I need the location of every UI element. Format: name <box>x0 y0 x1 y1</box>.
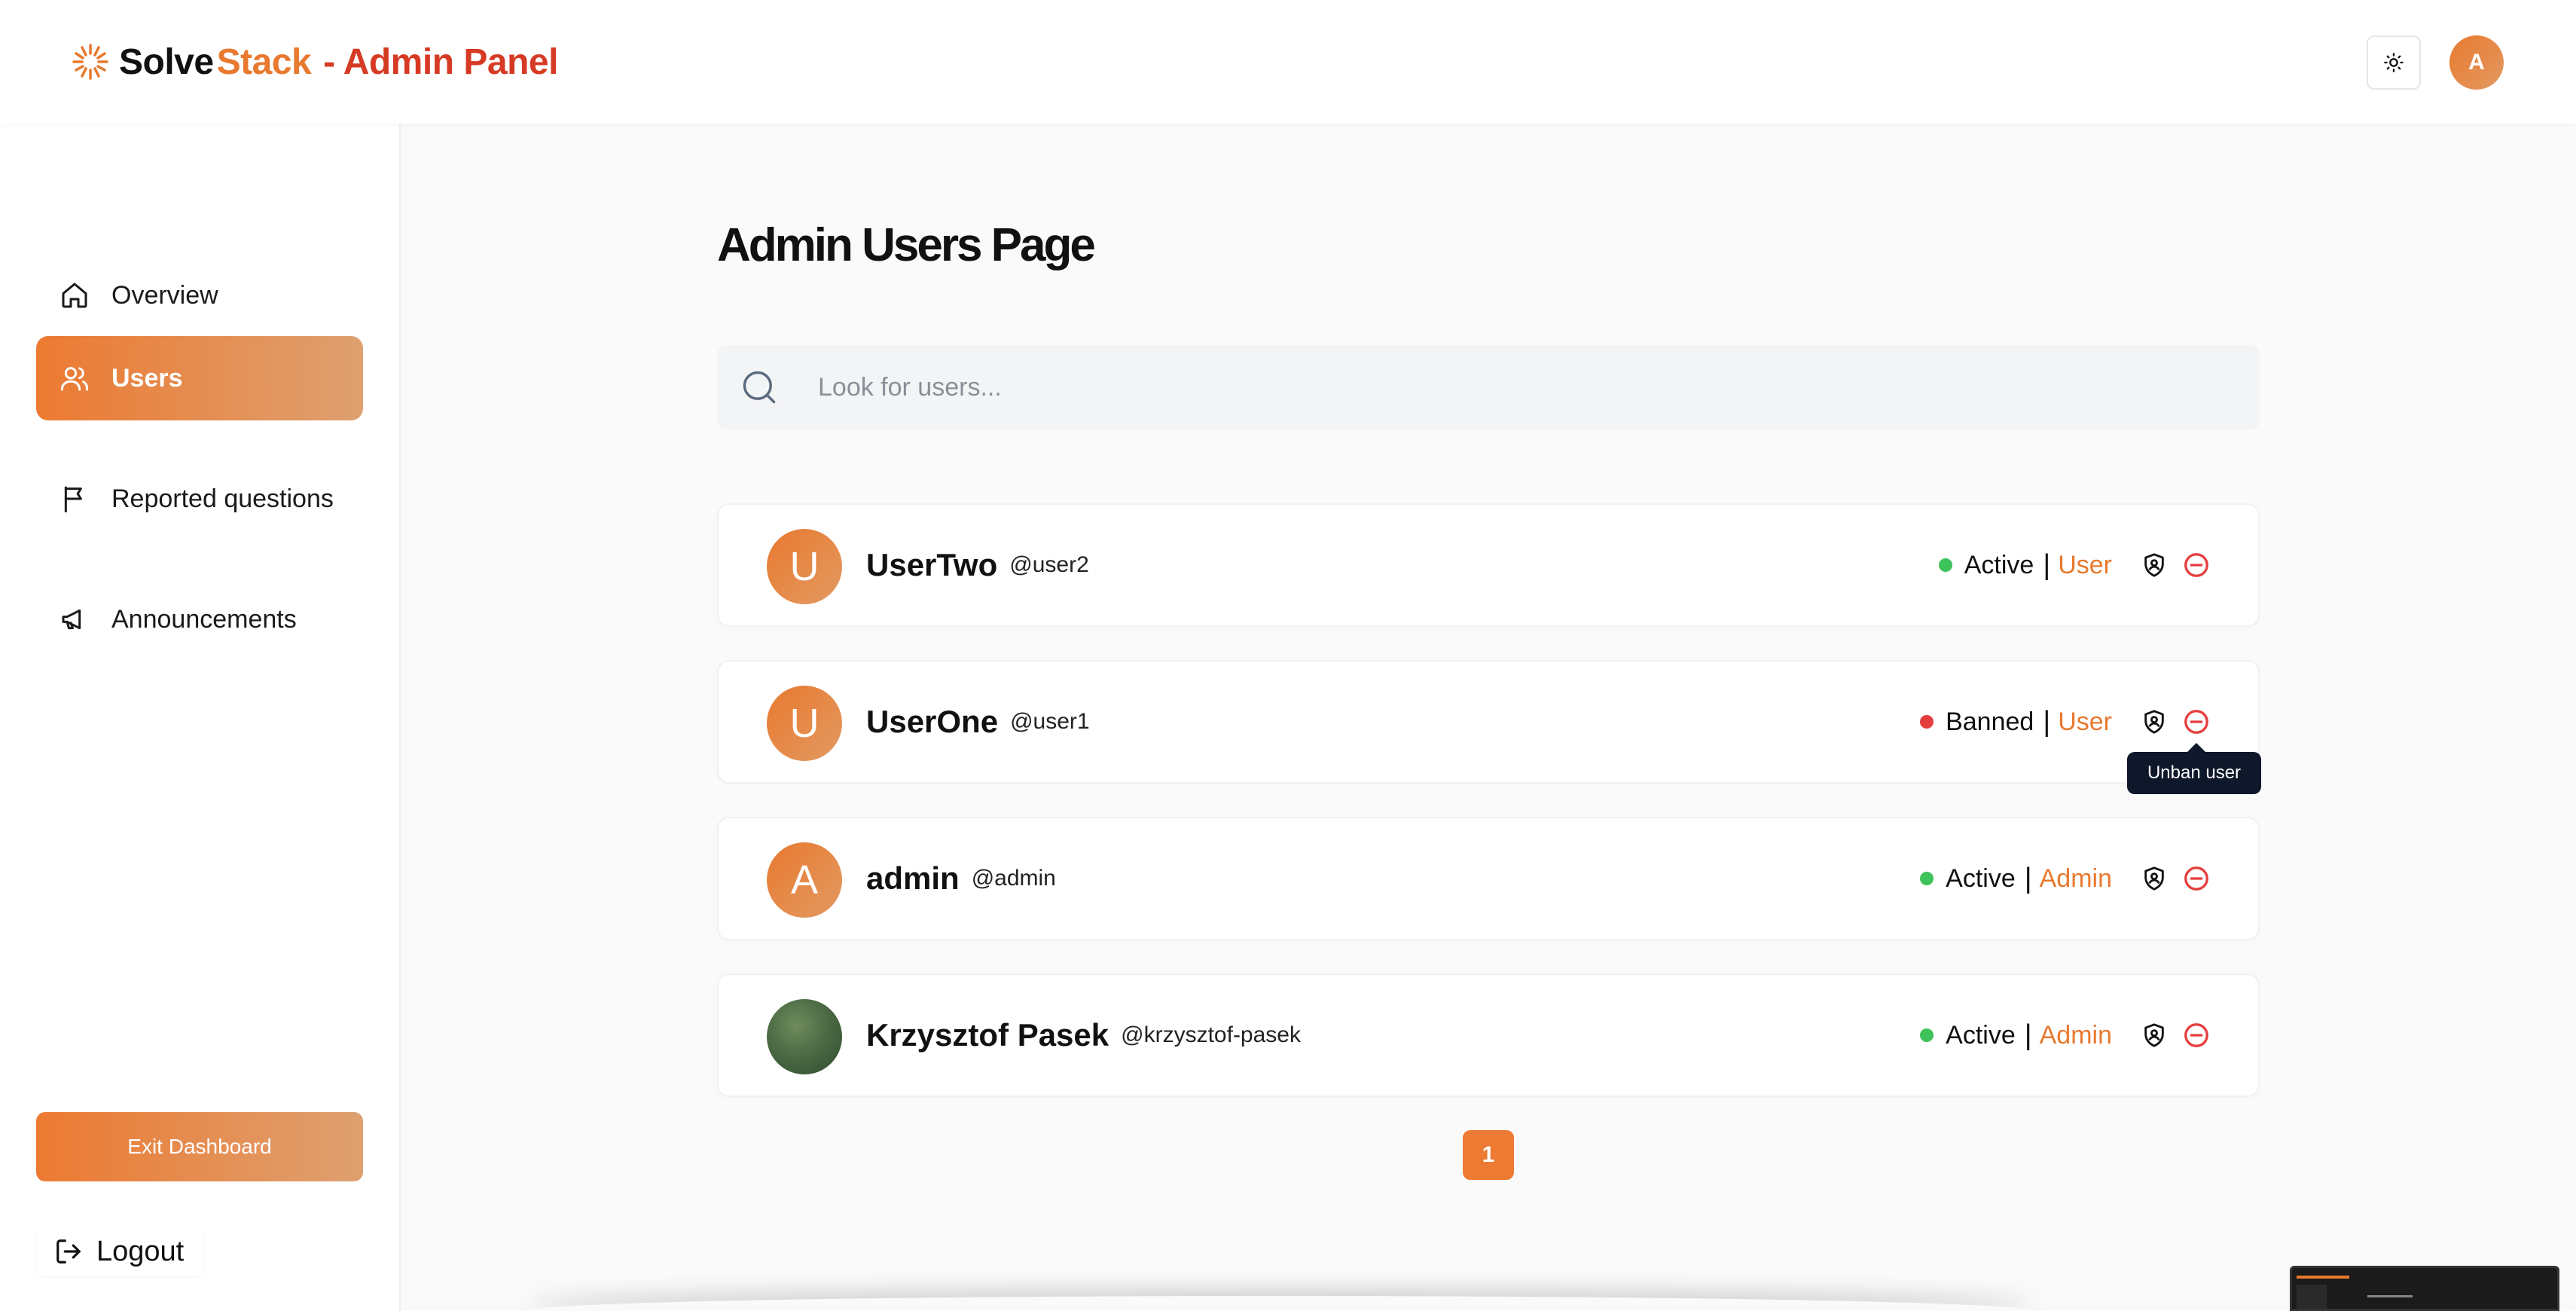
logout-icon <box>56 1239 81 1264</box>
logout-label: Logout <box>96 1235 185 1267</box>
brand-logo-title[interactable]: Solve Stack - Admin Panel <box>69 38 558 86</box>
user-status: Active <box>1964 550 2034 579</box>
thumbnail-sidebar <box>2297 1285 2327 1309</box>
separator: | <box>2043 705 2051 738</box>
shield-icon[interactable] <box>2139 863 2169 894</box>
user-handle: @user2 <box>1009 552 1089 577</box>
bottom-edge-shadow <box>527 1296 2034 1311</box>
user-status: Active <box>1946 863 2016 893</box>
theme-toggle-button[interactable] <box>2367 35 2421 90</box>
pagination-page-button[interactable]: 1 <box>1463 1130 1514 1180</box>
user-card: Krzysztof Pasek @krzysztof-pasek Active … <box>717 973 2260 1097</box>
user-avatar: U <box>767 529 842 604</box>
user-avatar: U <box>767 686 842 761</box>
sun-icon <box>2384 53 2404 72</box>
user-avatar: A <box>767 842 842 918</box>
separator: | <box>2024 1019 2032 1051</box>
thumbnail-title <box>2367 1295 2413 1297</box>
sidebar-item-users[interactable]: Users <box>36 336 363 420</box>
sidebar-item-label: Users <box>111 363 183 393</box>
page-title: Admin Users Page <box>717 219 1096 271</box>
tooltip-arrow <box>2187 743 2205 752</box>
status-dot <box>1920 1028 1934 1042</box>
ban-user-icon[interactable] <box>2181 1020 2211 1050</box>
user-handle: @user1 <box>1010 709 1090 734</box>
sunburst-logo-icon <box>72 44 108 80</box>
top-header: Solve Stack - Admin Panel A <box>0 0 2576 124</box>
ban-user-icon[interactable] <box>2181 550 2211 580</box>
users-icon <box>59 362 90 394</box>
thumbnail-brand-bar <box>2297 1276 2349 1279</box>
brand-name-solve: Solve <box>119 41 214 82</box>
status-dot <box>1920 715 1934 729</box>
user-name: UserTwo <box>866 547 998 582</box>
user-name: UserOne <box>866 704 999 739</box>
separator: | <box>2043 549 2051 581</box>
sidebar-item-overview[interactable]: Overview <box>36 253 363 338</box>
sidebar-item-reported-questions[interactable]: Reported questions <box>36 457 363 541</box>
status-dot <box>1920 872 1934 885</box>
home-icon <box>59 280 90 311</box>
brand-name-stack: Stack <box>216 41 312 82</box>
user-role: Admin <box>2039 863 2112 893</box>
separator: | <box>2024 862 2032 894</box>
user-avatar-button[interactable]: A <box>2449 35 2504 90</box>
user-name: admin <box>866 860 960 896</box>
shield-icon[interactable] <box>2139 707 2169 737</box>
unban-user-tooltip: Unban user <box>2127 752 2261 794</box>
sidebar-item-label: Reported questions <box>111 484 334 513</box>
flag-icon <box>59 483 90 515</box>
search-icon <box>743 371 776 404</box>
shield-icon[interactable] <box>2139 550 2169 580</box>
user-card: U UserTwo @user2 Active | User <box>717 503 2260 627</box>
user-role: User <box>2058 550 2112 579</box>
user-card: U UserOne @user1 Banned | User <box>717 660 2260 784</box>
sidebar-item-announcements[interactable]: Announcements <box>36 577 363 662</box>
user-card: A admin @admin Active | Admin <box>717 817 2260 940</box>
user-name: Krzysztof Pasek <box>866 1017 1109 1053</box>
search-bar <box>717 345 2260 429</box>
user-handle: @krzysztof-pasek <box>1121 1022 1301 1047</box>
unban-user-icon[interactable] <box>2181 707 2211 737</box>
sidebar-item-label: Announcements <box>111 604 297 634</box>
window-thumbnail-preview[interactable] <box>2290 1266 2559 1311</box>
logout-button[interactable]: Logout <box>36 1227 203 1276</box>
user-role: Admin <box>2039 1020 2112 1050</box>
sidebar: Overview Users Reported questions Announ… <box>0 124 401 1311</box>
user-role: User <box>2058 707 2112 736</box>
user-handle: @admin <box>971 866 1056 891</box>
search-input[interactable] <box>818 345 2234 429</box>
user-status: Active <box>1946 1020 2016 1050</box>
exit-dashboard-button[interactable]: Exit Dashboard <box>36 1112 363 1181</box>
sidebar-item-label: Overview <box>111 280 218 310</box>
user-status: Banned <box>1946 707 2034 736</box>
status-dot <box>1938 558 1952 572</box>
user-avatar-photo <box>767 999 842 1074</box>
ban-user-icon[interactable] <box>2181 863 2211 894</box>
megaphone-icon <box>59 604 90 635</box>
shield-icon[interactable] <box>2139 1020 2169 1050</box>
brand-admin-panel: - Admin Panel <box>323 41 558 82</box>
